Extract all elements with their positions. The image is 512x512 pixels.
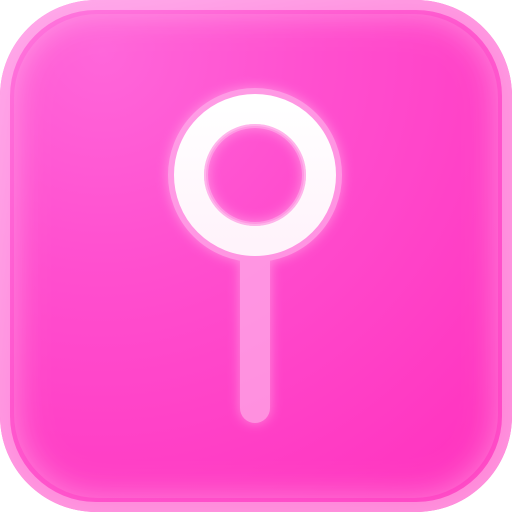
pin-shape [174,94,336,418]
pin-icon [168,88,342,423]
app-icon[interactable] [0,0,512,512]
